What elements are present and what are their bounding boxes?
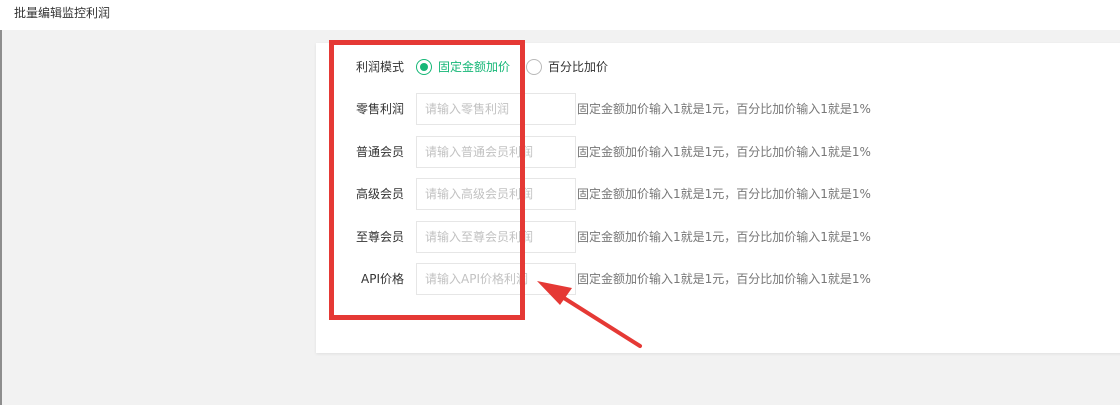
radio-fixed-amount-label: 固定金额加价 <box>438 60 511 74</box>
supreme-member-input[interactable] <box>416 221 576 253</box>
radio-checked-icon <box>416 59 432 75</box>
row-api-price: API价格 固定金额加价输入1就是1元，百分比加价输入1就是1% <box>316 263 1116 295</box>
profit-mode-label: 利润模式 <box>355 60 404 74</box>
row-senior-member: 高级会员 固定金额加价输入1就是1元，百分比加价输入1就是1% <box>316 178 1116 210</box>
senior-member-input[interactable] <box>416 178 576 210</box>
retail-profit-label: 零售利润 <box>355 102 404 116</box>
radio-percentage-label: 百分比加价 <box>548 60 609 74</box>
left-divider <box>0 30 2 405</box>
row-retail-profit: 零售利润 固定金额加价输入1就是1元，百分比加价输入1就是1% <box>316 93 1116 125</box>
supreme-member-label: 至尊会员 <box>355 230 404 244</box>
page-title: 批量编辑监控利润 <box>14 6 111 20</box>
api-price-input[interactable] <box>416 263 576 295</box>
row-supreme-member: 至尊会员 固定金额加价输入1就是1元，百分比加价输入1就是1% <box>316 221 1116 253</box>
normal-member-input[interactable] <box>416 136 576 168</box>
title-bar: 批量编辑监控利润 <box>0 0 1120 30</box>
row-normal-member: 普通会员 固定金额加价输入1就是1元，百分比加价输入1就是1% <box>316 136 1116 168</box>
senior-member-hint: 固定金额加价输入1就是1元，百分比加价输入1就是1% <box>577 187 871 201</box>
normal-member-hint: 固定金额加价输入1就是1元，百分比加价输入1就是1% <box>577 145 871 159</box>
row-profit-mode: 利润模式 固定金额加价 百分比加价 <box>316 51 1116 83</box>
senior-member-label: 高级会员 <box>355 187 404 201</box>
api-price-hint: 固定金额加价输入1就是1元，百分比加价输入1就是1% <box>577 272 871 286</box>
normal-member-label: 普通会员 <box>355 145 404 159</box>
retail-profit-hint: 固定金额加价输入1就是1元，百分比加价输入1就是1% <box>577 102 871 116</box>
supreme-member-hint: 固定金额加价输入1就是1元，百分比加价输入1就是1% <box>577 230 871 244</box>
radio-unchecked-icon <box>526 59 542 75</box>
retail-profit-input[interactable] <box>416 93 576 125</box>
page: 批量编辑监控利润 利润模式 固定金额加价 百分比加价 零售利润 固定金额加价输入… <box>0 0 1120 405</box>
api-price-label: API价格 <box>361 272 404 286</box>
form-card: 利润模式 固定金额加价 百分比加价 零售利润 固定金额加价输入1就是1元，百分比… <box>316 43 1120 353</box>
